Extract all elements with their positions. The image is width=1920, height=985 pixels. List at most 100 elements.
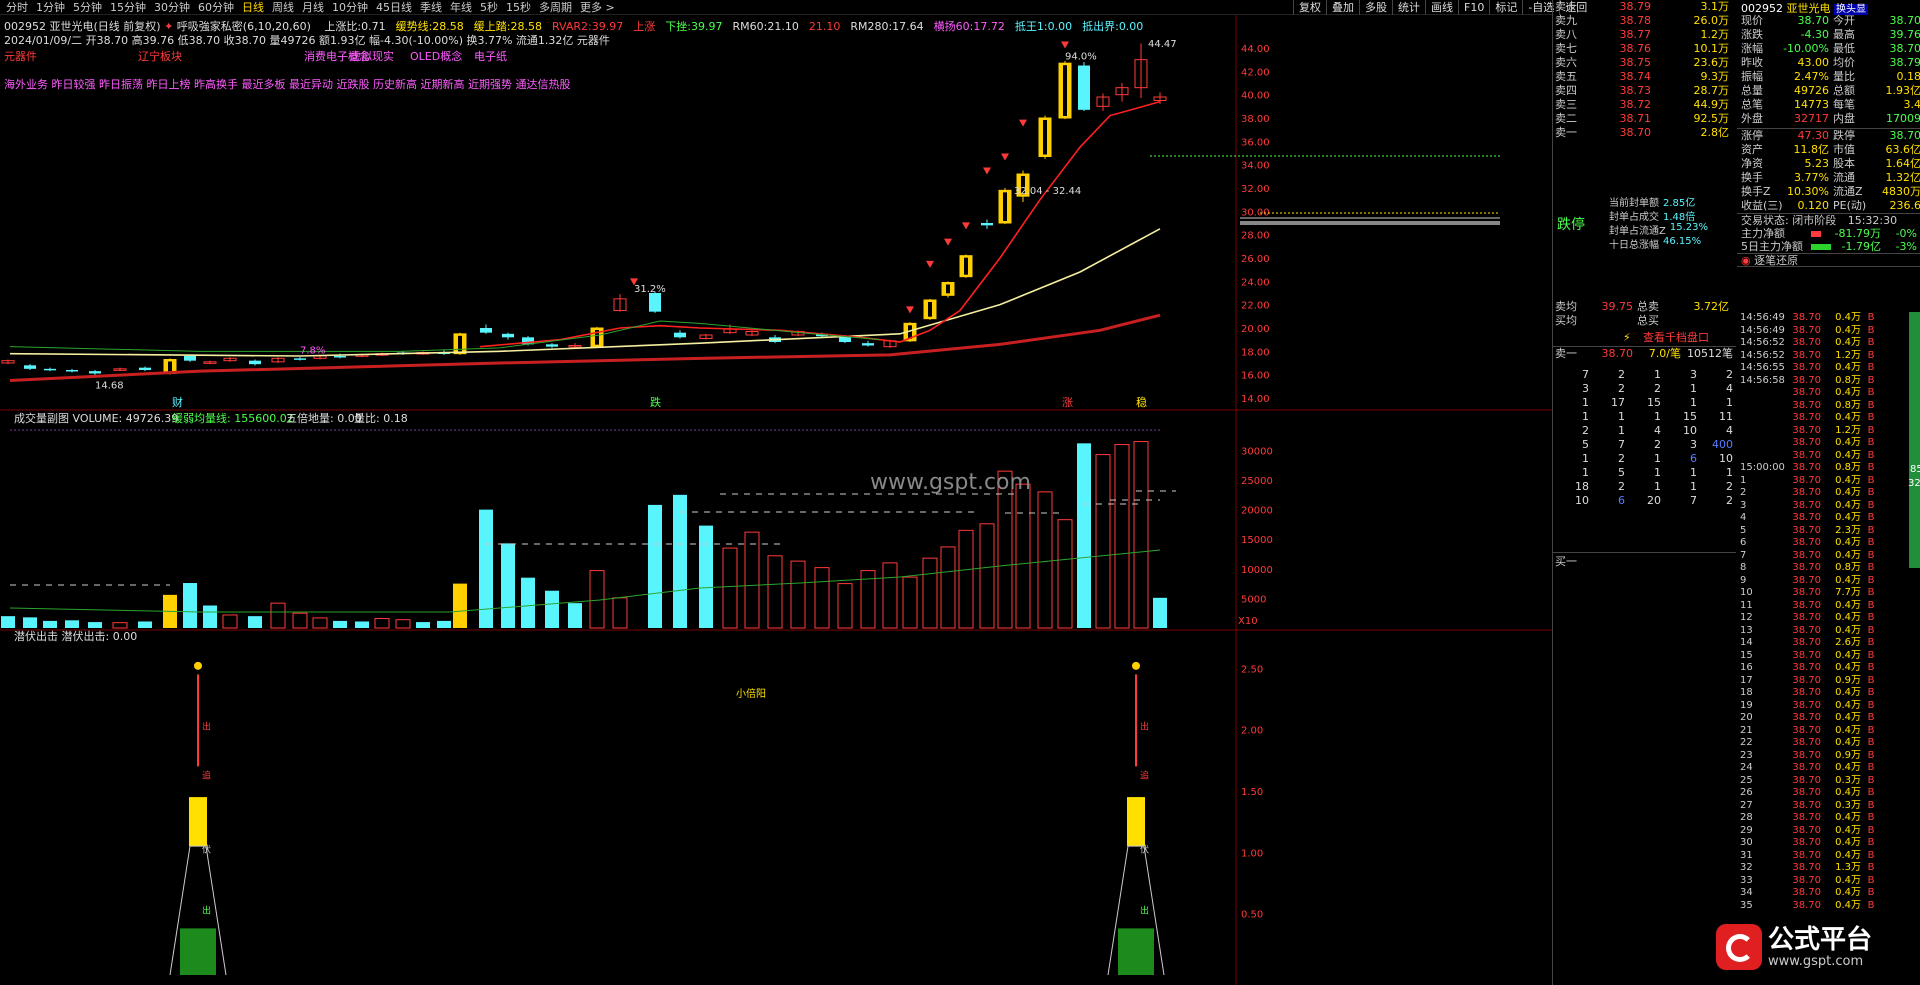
tick-cell: B [1867,412,1875,423]
tick-cell: 38.70 [1792,799,1821,811]
quote-value: 1.32亿 [1885,171,1920,184]
trade-block-row: 18 2 1 1 2 [1553,480,1736,494]
ask-row[interactable]: 卖六 38.75 23.6万 [1553,56,1736,70]
tick-cell: 0.4万 [1835,362,1861,373]
volume-tick: 20000 [1241,506,1273,517]
flow1-value: -81.79万 [1834,227,1881,240]
quote-label: 资产 [1741,143,1763,156]
candle-body [139,367,151,370]
tick-cell: 38.70 [1792,324,1821,336]
trade-block-cell: 2 [1726,480,1733,493]
trade-block-row: 7 2 1 3 2 [1553,368,1736,382]
ask-row[interactable]: 卖二 38.71 92.5万 [1553,112,1736,126]
tick-cell: 38.70 [1792,462,1821,473]
price-tick: 28.00 [1241,231,1270,242]
right-panel: 卖十 38.79 3.1万 卖九 38.78 26.0万 卖八 38.77 1.2万 卖七 38.7… [1552,0,1920,985]
ma-green [9,320,881,352]
tick-cell: B [1867,487,1875,498]
volume-bar [1114,444,1130,629]
quote-value: 0.18 [1896,70,1920,83]
kline-chart[interactable]: 44.0042.0040.0038.0036.0034.0032.0030.00… [0,0,1552,985]
tick-cell: 0.4万 [1835,687,1861,698]
tick-cell: 2.3万 [1835,524,1861,536]
quote-row: 换手Z 10.30% 流通Z 4830万 [1737,185,1920,199]
trade-block-cell: 7 [1690,494,1697,507]
ask-vol: 92.5万 [1693,112,1730,125]
tick-cell: B [1867,712,1875,723]
flow1-bar [1811,231,1821,237]
tick-cell: 1.2万 [1835,349,1861,361]
candle-hollow [964,257,968,275]
tick-cell: B [1867,724,1875,736]
ticks-title[interactable]: 逐笔还原 [1754,254,1798,267]
quote-label: PE(动) [1833,199,1867,212]
volume-tick: 25000 [1241,476,1273,487]
pct-label: 31.2% [634,284,666,295]
tick-cell: 38.70 [1792,824,1821,836]
candle-body [249,360,261,365]
tick-cell: B [1867,374,1875,386]
quote-row: 资产 11.8亿 市值 63.6亿 [1737,143,1920,157]
tick-cell: 38.70 [1792,424,1821,436]
tick-cell: B [1867,399,1875,411]
tick-cell: 38.70 [1792,749,1821,761]
tick-cell: 38.70 [1792,849,1821,861]
tick-cell: 38.70 [1792,387,1821,398]
tick-cell: B [1867,537,1875,548]
ask-price: 38.75 [1619,56,1652,69]
seal-label: 十日总涨幅 [1609,240,1659,251]
quote-value: 32717 [1794,112,1829,125]
signal-label: 伏 [1140,843,1149,855]
level-vol: 7.0/笔 [1648,347,1681,360]
ask-row[interactable]: 卖五 38.74 9.3万 [1553,70,1736,84]
tick-cell: B [1867,649,1875,661]
tick-cell: B [1867,774,1875,786]
tick-cell: 26 [1740,787,1753,798]
tick-cell: 38.70 [1792,374,1821,386]
tick-cell: 2.6万 [1835,637,1861,648]
quote-label: 股本 [1833,157,1855,170]
tick-cell: B [1867,524,1875,536]
tick-cell: B [1867,562,1875,573]
trade-block-cell: 1 [1690,480,1697,493]
tick-cell: 14:56:58 [1740,374,1785,386]
tick-cell: B [1867,637,1875,648]
tick-cell: B [1867,462,1875,473]
tick-cell: B [1867,387,1875,398]
trade-block-row: 1 5 1 1 1 [1553,466,1736,480]
trade-block-row: 3 2 2 1 4 [1553,382,1736,396]
tick-cell: 14:56:49 [1740,312,1785,323]
ask-row[interactable]: 卖八 38.77 1.2万 [1553,28,1736,42]
volume-bar [767,555,783,629]
volume-bar [1153,597,1167,628]
ask-row[interactable]: 卖十 38.79 3.1万 [1553,0,1736,14]
ask-row[interactable]: 卖九 38.78 26.0万 [1553,14,1736,28]
tick-cell: 32 [1740,862,1753,873]
quote-value: -4.30 [1800,28,1829,41]
quote-label: 今开 [1833,14,1855,27]
money-bag-icon [194,661,202,670]
tick-cell: 33 [1740,874,1753,886]
ask-row[interactable]: 卖四 38.73 28.7万 [1553,84,1736,98]
tick-cell: B [1867,887,1875,898]
ask-row[interactable]: 卖三 38.72 44.9万 [1553,98,1736,112]
ask-row[interactable]: 卖七 38.76 10.1万 [1553,42,1736,56]
tick-cell: B [1867,324,1875,336]
ask-price: 38.71 [1619,112,1652,125]
flow2-bar [1811,244,1831,250]
quote-row: 换手 3.77% 流通 1.32亿 [1737,171,1920,185]
view-depth-button[interactable]: 查看千档盘口 [1643,330,1709,346]
logo-url: www.gspt.com [1768,953,1864,969]
quote-value: 38.70 [1889,129,1920,142]
volume-ratio: 量比: 0.18 [354,412,408,425]
tick-cell: B [1867,474,1875,486]
volume-bar [699,525,713,628]
tick-cell: 38.70 [1792,712,1821,723]
quote-value: 47.30 [1797,129,1830,142]
seal-label: 封单占流通Z [1609,226,1666,237]
trade-block-cell: 1 [1582,466,1589,479]
quote-value: 11.8亿 [1793,143,1830,156]
ask-row[interactable]: 卖一 38.70 2.8亿 [1553,126,1736,140]
volume-bar [568,603,582,628]
candle-body [1078,65,1090,110]
